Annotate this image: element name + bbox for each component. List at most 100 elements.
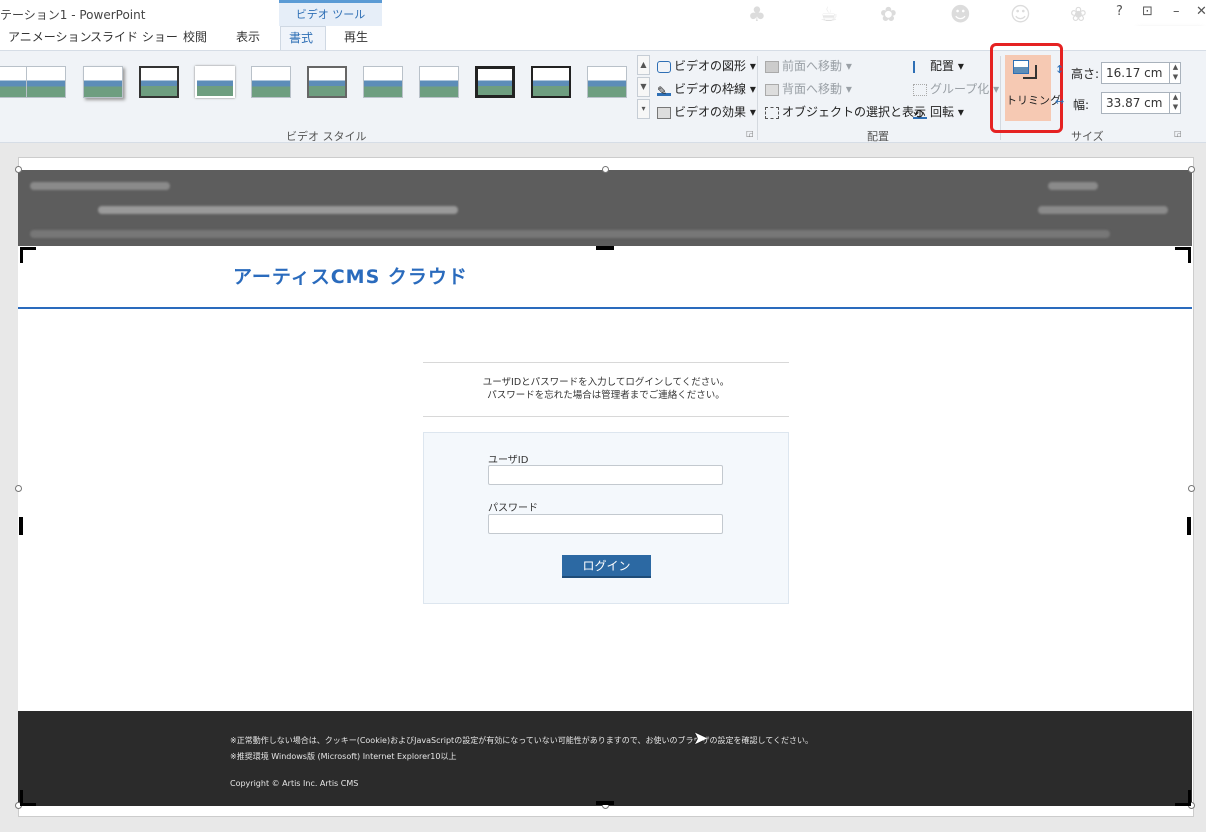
instruction-line: ユーザIDとパスワードを入力してログインしてください。 [482, 377, 730, 388]
crop-handle-bottom-right[interactable] [1175, 790, 1191, 806]
crop-handle-top-right[interactable] [1175, 247, 1191, 263]
resize-handle[interactable] [15, 166, 22, 173]
crop-handle-left[interactable] [19, 517, 23, 535]
size-group-label: サイズ [1071, 130, 1104, 143]
rotate-button[interactable]: ⟲ 回転 ▾ [913, 103, 964, 121]
contextual-tab-header: ビデオ ツール [279, 0, 382, 26]
height-icon: ↕ [1055, 63, 1065, 76]
dialog-launcher-icon[interactable]: ◲ [746, 129, 754, 138]
align-button[interactable]: 配置 ▾ [913, 57, 964, 74]
decoration-icon: ✿ [880, 2, 897, 26]
resize-handle[interactable] [602, 166, 609, 173]
decoration-icon: ☺ [1010, 2, 1031, 26]
userid-input[interactable] [488, 465, 723, 485]
resize-handle[interactable] [1188, 485, 1195, 492]
video-styles-group-label: ビデオ スタイル [286, 130, 367, 143]
video-style-thumbnail[interactable] [363, 66, 403, 98]
resize-handle[interactable] [1188, 166, 1195, 173]
userid-label: ユーザID [488, 455, 529, 466]
resize-handle[interactable] [15, 485, 22, 492]
browser-bookmarks-bar [30, 230, 1110, 238]
video-style-thumbnail[interactable] [83, 66, 123, 98]
align-icon [913, 60, 927, 73]
ribbon-display-options-button[interactable]: ⊡ [1142, 4, 1153, 19]
gallery-scroll-down-button[interactable]: ▼ [637, 77, 650, 97]
footer-recommended-env: ※推奨環境 Windows版 (Microsoft) Internet Expl… [230, 752, 457, 761]
video-style-thumbnail[interactable] [587, 66, 627, 98]
dialog-launcher-icon[interactable]: ◲ [1174, 129, 1182, 138]
bring-forward-icon [765, 60, 779, 73]
highlight-box [990, 43, 1063, 133]
tab-slide-show[interactable]: スライド ショー [82, 26, 186, 50]
send-backward-icon [765, 83, 779, 96]
height-spinner[interactable]: ▲ ▼ [1169, 62, 1181, 84]
video-style-thumbnail[interactable] [307, 66, 347, 98]
bring-forward-label: 前面へ移動 [782, 59, 843, 73]
footer-notice: ※正常動作しない場合は、クッキー(Cookie)およびJavaScriptの設定… [230, 736, 813, 745]
video-style-thumbnail[interactable] [251, 66, 291, 98]
video-style-thumbnail[interactable] [26, 66, 66, 98]
video-effects-label: ビデオの効果 [674, 105, 747, 119]
divider [423, 416, 789, 417]
group-label: グループ化 [930, 82, 990, 96]
selection-pane-icon [765, 106, 779, 119]
effects-icon [657, 106, 671, 119]
minimize-button[interactable]: – [1173, 4, 1180, 19]
video-style-thumbnail[interactable] [475, 66, 515, 98]
selection-pane-label: オブジェクトの選択と表示 [782, 105, 927, 119]
decoration-icon: ☻ [950, 2, 971, 26]
cropped-browser-chrome [18, 170, 1192, 246]
video-shape-icon [657, 60, 671, 73]
crop-handle-right[interactable] [1187, 517, 1191, 535]
send-backward-label: 背面へ移動 [782, 82, 843, 96]
crop-handle-top[interactable] [596, 246, 614, 250]
gallery-scroll-up-button[interactable]: ▲ [637, 55, 650, 75]
video-shape-button[interactable]: ビデオの図形 ▾ [657, 57, 756, 74]
page-footer [18, 711, 1192, 806]
browser-toolbar-icons [1038, 206, 1168, 214]
login-button[interactable]: ログイン [562, 555, 651, 578]
video-effects-button[interactable]: ビデオの効果 ▾ [657, 103, 756, 120]
send-backward-button[interactable]: 背面へ移動 ▾ [765, 80, 852, 97]
crop-handle-bottom[interactable] [596, 801, 614, 805]
bring-forward-button[interactable]: 前面へ移動 ▾ [765, 57, 852, 74]
video-style-thumbnail[interactable] [195, 66, 235, 98]
selection-pane-button[interactable]: オブジェクトの選択と表示 [765, 103, 926, 120]
video-border-button[interactable]: ✎ ビデオの枠線 ▾ [657, 80, 756, 98]
group-separator [757, 56, 758, 140]
video-shape-label: ビデオの図形 [674, 59, 747, 73]
gallery-more-button[interactable]: ▾ [637, 99, 650, 119]
browser-tab [30, 182, 170, 190]
tab-format[interactable]: 書式 [280, 26, 326, 50]
video-style-thumbnail[interactable] [139, 66, 179, 98]
crop-handle-bottom-left[interactable] [20, 790, 36, 806]
crop-handle-top-left[interactable] [20, 247, 36, 263]
help-button[interactable]: ? [1116, 4, 1123, 19]
cms-logo: アーティスCMS クラウド [233, 266, 468, 288]
tab-playback[interactable]: 再生 [336, 26, 376, 50]
width-spinner[interactable]: ▲ ▼ [1169, 92, 1181, 114]
browser-address-bar [98, 206, 458, 214]
group-button[interactable]: グループ化 ▾ [913, 80, 999, 97]
tab-review[interactable]: 校閲 [175, 26, 215, 50]
width-label: 幅: [1073, 98, 1090, 112]
instruction-line: パスワードを忘れた場合は管理者までご連絡ください。 [487, 390, 725, 401]
video-style-thumbnail[interactable] [531, 66, 571, 98]
decoration-icon: ☕ [820, 2, 838, 26]
tab-view[interactable]: 表示 [228, 26, 268, 50]
video-style-thumbnail[interactable] [419, 66, 459, 98]
divider [423, 362, 789, 363]
browser-window-controls [1048, 182, 1098, 190]
mouse-cursor-icon: ➤ [693, 728, 709, 749]
video-style-thumbnail[interactable] [0, 66, 28, 98]
password-input[interactable] [488, 514, 723, 534]
close-button[interactable]: ✕ [1196, 4, 1206, 19]
decoration-icon: ❀ [1070, 2, 1087, 26]
height-label: 高さ: [1071, 67, 1100, 81]
group-icon [913, 83, 927, 96]
rotate-label: 回転 [930, 105, 955, 119]
decoration-icon: ♣ [748, 2, 766, 26]
footer-copyright: Copyright © Artis Inc. Artis CMS [230, 779, 359, 788]
pen-icon: ✎ [657, 84, 671, 98]
password-label: パスワード [488, 503, 538, 514]
